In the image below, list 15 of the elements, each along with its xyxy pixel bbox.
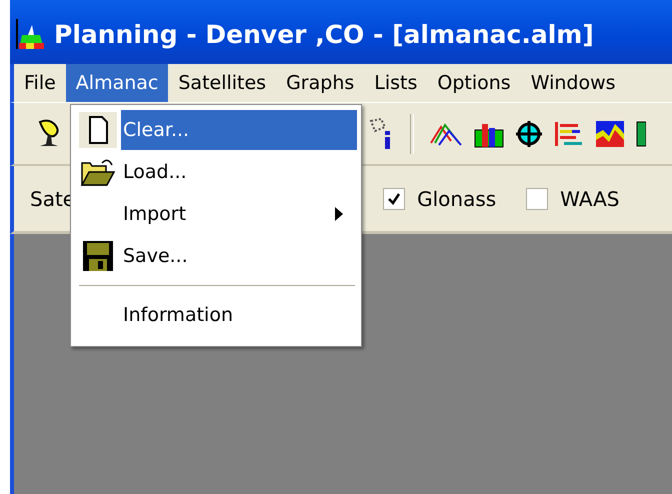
checkbox-label: WAAS	[560, 186, 620, 210]
menu-item[interactable]: File	[14, 64, 66, 102]
menu-item[interactable]: Options	[427, 64, 521, 102]
menu-item[interactable]: Lists	[364, 64, 428, 102]
menu-item[interactable]: Almanac	[66, 64, 168, 102]
menu-item[interactable]: Clear...	[121, 110, 357, 150]
window-title: Planning - Denver ,CO - [almanac.alm]	[54, 20, 594, 48]
checkbox-label: Glonass	[417, 186, 496, 210]
menu-item[interactable]: Import	[121, 194, 357, 234]
menu-item[interactable]: Windows	[520, 64, 626, 102]
menu-item[interactable]: Save...	[121, 236, 357, 276]
menu-item[interactable]: Information	[121, 295, 357, 335]
menu-item[interactable]: Graphs	[276, 64, 364, 102]
menu-item[interactable]: Satellites	[168, 64, 276, 102]
menu-item[interactable]: Load...	[121, 152, 357, 192]
